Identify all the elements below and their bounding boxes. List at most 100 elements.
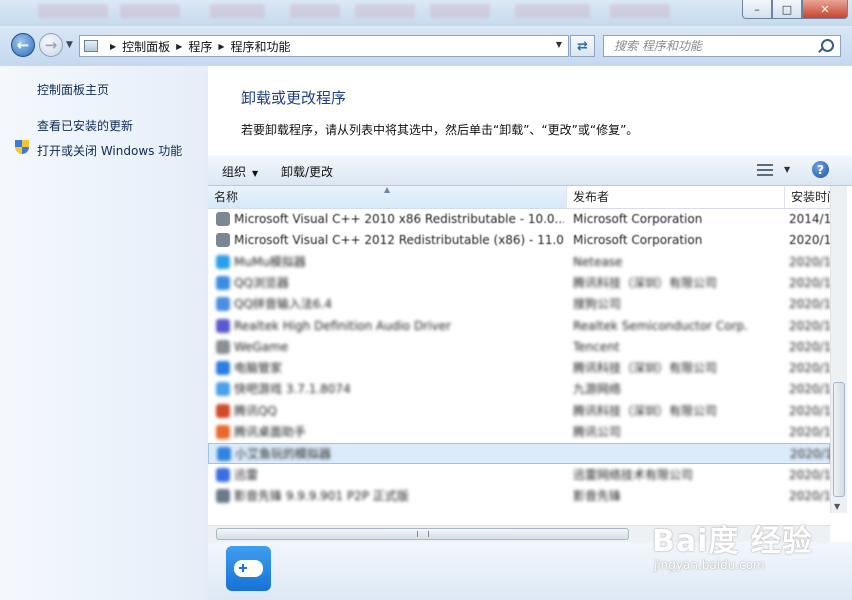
breadcrumb-separator-icon[interactable]: ▶ bbox=[218, 42, 224, 51]
program-row[interactable]: 腾讯桌面助手 腾讯公司 2020/1 bbox=[208, 422, 830, 443]
blurred-taskbar-item bbox=[430, 4, 490, 18]
program-icon bbox=[216, 382, 230, 397]
program-name: Microsoft Visual C++ 2010 x86 Redistribu… bbox=[234, 212, 564, 226]
back-button[interactable]: ← bbox=[11, 33, 35, 57]
program-icon bbox=[216, 339, 230, 354]
program-icon bbox=[216, 254, 230, 269]
program-icon bbox=[216, 425, 230, 439]
program-publisher: 九游网络 bbox=[573, 382, 622, 397]
program-publisher: 腾讯公司 bbox=[573, 425, 622, 439]
program-row[interactable]: 腾讯QQ 腾讯科技（深圳）有限公司 2020/1 bbox=[208, 401, 830, 422]
breadcrumb-separator-icon[interactable]: ▶ bbox=[176, 42, 182, 51]
sidebar: 控制面板主页 查看已安装的更新 打开或关闭 Windows 功能 bbox=[0, 66, 208, 600]
column-header-install-date[interactable]: 安装时间 bbox=[785, 186, 830, 208]
program-name: QQ浏览器 bbox=[234, 275, 289, 290]
program-row[interactable]: WeGame Tencent 2020/1 bbox=[208, 337, 830, 358]
program-install-date: 2020/1 bbox=[789, 361, 830, 376]
breadcrumb-programs[interactable]: 程序 bbox=[188, 38, 212, 55]
view-options-dropdown-icon[interactable]: ▼ bbox=[784, 165, 790, 174]
program-row[interactable]: Microsoft Visual C++ 2012 Redistributabl… bbox=[208, 230, 830, 251]
program-publisher: 迅雷网络技术有限公司 bbox=[573, 467, 694, 482]
program-install-date: 2020/1 bbox=[789, 403, 830, 418]
horizontal-scroll-thumb[interactable] bbox=[216, 528, 629, 540]
blurred-taskbar-item bbox=[515, 4, 590, 18]
program-row[interactable]: 快吧游戏 3.7.1.8074 九游网络 2020/1 bbox=[208, 379, 830, 400]
program-name: 电脑管家 bbox=[234, 361, 283, 376]
search-icon[interactable] bbox=[821, 39, 834, 52]
program-row[interactable]: 影音先锋 9.9.9.901 P2P 正式版 影音先锋 2020/1 bbox=[208, 486, 830, 507]
program-name: 小艾鱼玩的模拟器 bbox=[235, 447, 332, 462]
vertical-scroll-thumb[interactable] bbox=[833, 382, 845, 497]
page-title: 卸载或更改程序 bbox=[241, 89, 347, 107]
minimize-button[interactable]: – bbox=[742, 0, 772, 19]
breadcrumb-separator-icon[interactable]: ▶ bbox=[110, 42, 116, 51]
window-controls: – □ ✕ bbox=[742, 0, 848, 19]
sidebar-link-installed-updates[interactable]: 查看已安装的更新 bbox=[37, 117, 133, 134]
forward-button[interactable]: → bbox=[39, 33, 63, 57]
navigation-bar: ← → ▼ ▶ 控制面板 ▶ 程序 ▶ 程序和功能 ▼ ⇄ bbox=[0, 26, 852, 66]
search-box[interactable] bbox=[603, 35, 841, 57]
program-publisher: Microsoft Corporation bbox=[573, 233, 703, 248]
uninstall-change-button[interactable]: 卸载/更改 bbox=[281, 163, 333, 180]
program-row[interactable]: QQ浏览器 腾讯科技（深圳）有限公司 2020/1 bbox=[208, 273, 830, 294]
refresh-button[interactable]: ⇄ bbox=[570, 35, 595, 57]
scroll-down-arrow-icon[interactable]: ▼ bbox=[834, 502, 840, 511]
program-icon bbox=[216, 361, 230, 376]
baidu-jingyan-watermark: Bai度 经验 jingyan.baidu.com bbox=[652, 516, 813, 572]
program-install-date: 2020/1 bbox=[789, 339, 830, 354]
address-dropdown-icon[interactable]: ▼ bbox=[556, 40, 562, 49]
program-publisher: 腾讯科技（深圳）有限公司 bbox=[573, 361, 718, 376]
program-row[interactable]: 小艾鱼玩的模拟器 2020/1 bbox=[208, 443, 830, 465]
address-bar[interactable]: ▶ 控制面板 ▶ 程序 ▶ 程序和功能 ▼ bbox=[79, 35, 569, 57]
program-icon bbox=[216, 275, 230, 290]
scroll-grip-icon bbox=[417, 531, 429, 537]
program-install-date: 2020/1 bbox=[789, 275, 830, 290]
program-row[interactable]: QQ拼音输入法6.4 搜狗公司 2020/1 bbox=[208, 294, 830, 315]
program-name: 迅雷 bbox=[234, 467, 259, 482]
maximize-button[interactable]: □ bbox=[772, 0, 802, 19]
program-name: Realtek High Definition Audio Driver bbox=[234, 318, 451, 333]
blurred-taskbar-item bbox=[38, 4, 108, 18]
search-input[interactable] bbox=[612, 38, 816, 54]
program-row[interactable]: 电脑管家 腾讯科技（深圳）有限公司 2020/1 bbox=[208, 358, 830, 379]
breadcrumb-control-panel[interactable]: 控制面板 bbox=[122, 38, 170, 55]
sidebar-link-control-panel-home[interactable]: 控制面板主页 bbox=[37, 81, 109, 98]
title-bar: – □ ✕ bbox=[0, 0, 852, 26]
breadcrumb-programs-and-features[interactable]: 程序和功能 bbox=[231, 38, 291, 55]
program-name: WeGame bbox=[234, 339, 289, 354]
organize-label: 组织 bbox=[222, 165, 247, 179]
blurred-taskbar-item bbox=[355, 4, 415, 18]
help-icon[interactable]: ? bbox=[812, 161, 829, 178]
program-row[interactable]: Realtek High Definition Audio Driver Real… bbox=[208, 316, 830, 337]
blurred-taskbar-item bbox=[120, 4, 180, 18]
organize-menu[interactable]: 组织 ▼ bbox=[222, 163, 258, 180]
column-header-publisher[interactable]: 发布者 bbox=[567, 186, 785, 208]
program-row[interactable]: 迅雷 迅雷网络技术有限公司 2020/1 bbox=[208, 465, 830, 486]
close-button[interactable]: ✕ bbox=[802, 0, 848, 19]
view-details-icon[interactable] bbox=[757, 164, 773, 176]
program-name: MuMu模拟器 bbox=[234, 254, 306, 269]
blurred-taskbar-item bbox=[610, 4, 670, 18]
control-panel-icon bbox=[84, 40, 98, 52]
program-icon bbox=[216, 403, 230, 418]
chevron-down-icon: ▼ bbox=[252, 169, 259, 178]
forward-arrow-icon: → bbox=[44, 36, 58, 54]
program-publisher: Realtek Semiconductor Corp. bbox=[573, 318, 748, 333]
back-arrow-icon: ← bbox=[16, 36, 30, 54]
program-install-date: 2020/1 bbox=[789, 233, 830, 248]
program-install-date: 2020/1 bbox=[789, 382, 830, 397]
program-install-date: 2020/1 bbox=[789, 297, 830, 312]
vertical-scrollbar[interactable]: ▼ bbox=[830, 186, 847, 513]
program-publisher: 影音先锋 bbox=[573, 488, 622, 503]
refresh-icon: ⇄ bbox=[577, 38, 588, 54]
program-row[interactable]: Microsoft Visual C++ 2010 x86 Redistribu… bbox=[208, 209, 830, 230]
program-icon bbox=[216, 212, 230, 226]
program-icon bbox=[216, 318, 230, 333]
program-name: Microsoft Visual C++ 2012 Redistributabl… bbox=[234, 233, 564, 248]
program-icon bbox=[216, 297, 230, 312]
program-row[interactable]: MuMu模拟器 Netease 2020/1 bbox=[208, 252, 830, 273]
sidebar-link-windows-features[interactable]: 打开或关闭 Windows 功能 bbox=[37, 142, 182, 159]
column-header-row: 名称 ▲ 发布者 安装时间 bbox=[208, 186, 830, 209]
recent-pages-dropdown[interactable]: ▼ bbox=[66, 40, 73, 50]
program-publisher: Netease bbox=[573, 254, 623, 269]
